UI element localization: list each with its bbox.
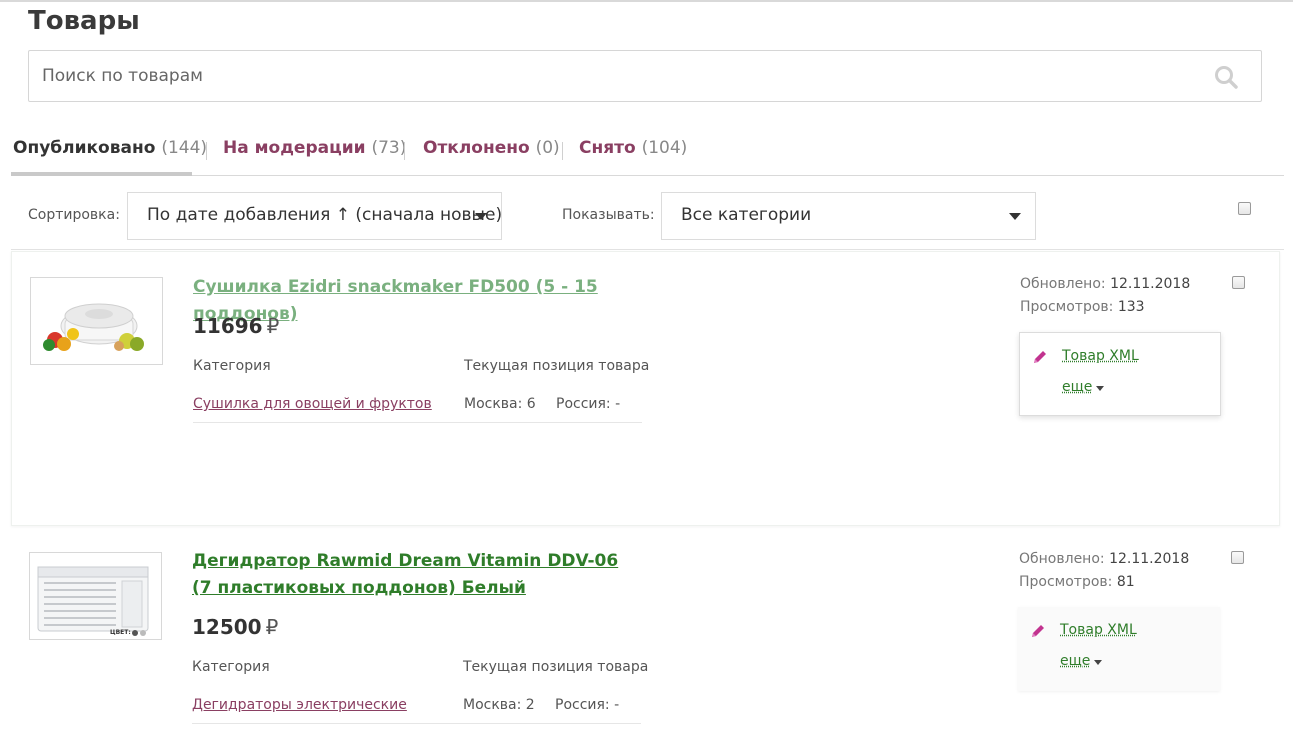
views-row: Просмотров: 133 — [1020, 296, 1190, 319]
tabs-divider — [11, 175, 1284, 176]
updated-date: 12.11.2018 — [1109, 551, 1190, 567]
product-xml-link[interactable]: Товар XML — [1062, 348, 1139, 364]
views-label: Просмотров: — [1020, 299, 1114, 315]
category-label: Категория — [192, 659, 270, 675]
tab-label: На модерации — [223, 138, 366, 158]
caret-down-icon — [1094, 660, 1102, 665]
category-value: Все категории — [681, 205, 812, 225]
updated-label: Обновлено: — [1020, 276, 1106, 292]
tab-label: Снято — [579, 138, 636, 158]
views-row: Просмотров: 81 — [1019, 571, 1189, 594]
more-dropdown[interactable]: еще — [1062, 379, 1092, 395]
dehydrator-image — [43, 303, 144, 351]
category-label: Категория — [193, 358, 271, 374]
product-card: ЦВЕТ: Дегидратор Rawmid Dream Vitamin DD… — [11, 540, 1280, 743]
price-value: 11696 — [193, 314, 263, 338]
russia-position: Россия: - — [555, 697, 620, 713]
product-actions: Товар XML еще — [1019, 332, 1221, 416]
category-link[interactable]: Дегидраторы электрические — [192, 697, 407, 713]
select-all-checkbox[interactable] — [1238, 202, 1251, 215]
tab-divider — [562, 142, 563, 160]
product-card: Сушилка Ezidri snackmaker FD500 (5 - 15 … — [11, 251, 1280, 526]
page-title: Товары — [28, 6, 140, 36]
product-actions: Товар XML еще — [1018, 607, 1220, 691]
category-link[interactable]: Сушилка для овощей и фруктов — [193, 396, 432, 412]
filters-divider — [11, 249, 1284, 250]
product-xml-link[interactable]: Товар XML — [1060, 622, 1137, 638]
top-border — [0, 0, 1293, 2]
product-image[interactable] — [30, 277, 163, 365]
show-label: Показывать: — [562, 207, 655, 223]
chevron-down-icon — [475, 213, 487, 220]
tab-label: Отклонено — [423, 138, 530, 158]
tab-count: (144) — [161, 138, 208, 158]
product-price: 12500 ₽ — [192, 615, 278, 639]
pencil-icon — [1034, 351, 1046, 363]
moscow-position: Москва: 6 — [464, 396, 536, 412]
views-count: 133 — [1117, 299, 1145, 315]
active-tab-indicator — [11, 172, 192, 176]
search-icon[interactable] — [1213, 64, 1239, 90]
search-box — [28, 50, 1262, 102]
russia-position: Россия: - — [556, 396, 621, 412]
image-caption: ЦВЕТ: — [110, 629, 131, 636]
product-meta: Обновлено: 12.11.2018 Просмотров: 81 — [1019, 548, 1189, 594]
tab-rejected[interactable]: Отклонено (0) — [423, 138, 560, 158]
product-price: 11696 ₽ — [193, 314, 279, 338]
tab-moderation[interactable]: На модерации (73) — [223, 138, 406, 158]
sort-select[interactable]: По дате добавления ↑ (сначала новые) — [127, 192, 502, 240]
tab-divider — [404, 142, 405, 160]
pencil-icon — [1032, 625, 1044, 637]
product-title-link[interactable]: Дегидратор Rawmid Dream Vitamin DDV-06 (… — [192, 548, 632, 602]
price-value: 12500 — [192, 615, 262, 639]
product-checkbox[interactable] — [1231, 551, 1244, 564]
chevron-down-icon — [1009, 213, 1021, 220]
tab-count: (0) — [535, 138, 560, 158]
updated-label: Обновлено: — [1019, 551, 1105, 567]
tab-count: (104) — [641, 138, 688, 158]
position-label: Текущая позиция товара — [464, 358, 650, 374]
dehydrator-image — [37, 566, 149, 636]
category-select[interactable]: Все категории — [661, 192, 1036, 240]
sort-value: По дате добавления ↑ (сначала новые) — [147, 205, 503, 225]
caret-down-icon — [1096, 386, 1104, 391]
ruble-icon: ₽ — [266, 314, 280, 338]
updated-row: Обновлено: 12.11.2018 — [1020, 273, 1190, 296]
updated-date: 12.11.2018 — [1110, 276, 1191, 292]
row-divider — [192, 723, 641, 724]
product-meta: Обновлено: 12.11.2018 Просмотров: 133 — [1020, 273, 1190, 319]
tab-label: Опубликовано — [13, 138, 156, 158]
product-checkbox[interactable] — [1232, 276, 1245, 289]
position-label: Текущая позиция товара — [463, 659, 649, 675]
tab-count: (73) — [371, 138, 407, 158]
views-label: Просмотров: — [1019, 574, 1113, 590]
product-image[interactable]: ЦВЕТ: — [29, 552, 162, 640]
tab-removed[interactable]: Снято (104) — [579, 138, 687, 158]
moscow-position: Москва: 2 — [463, 697, 535, 713]
tab-divider — [206, 142, 207, 160]
sort-label: Сортировка: — [28, 207, 120, 223]
views-count: 81 — [1116, 574, 1135, 590]
tab-published[interactable]: Опубликовано (144) — [13, 138, 207, 158]
updated-row: Обновлено: 12.11.2018 — [1019, 548, 1189, 571]
more-dropdown[interactable]: еще — [1060, 653, 1090, 669]
ruble-icon: ₽ — [265, 615, 279, 639]
search-input[interactable] — [42, 64, 1182, 88]
row-divider — [193, 422, 642, 423]
